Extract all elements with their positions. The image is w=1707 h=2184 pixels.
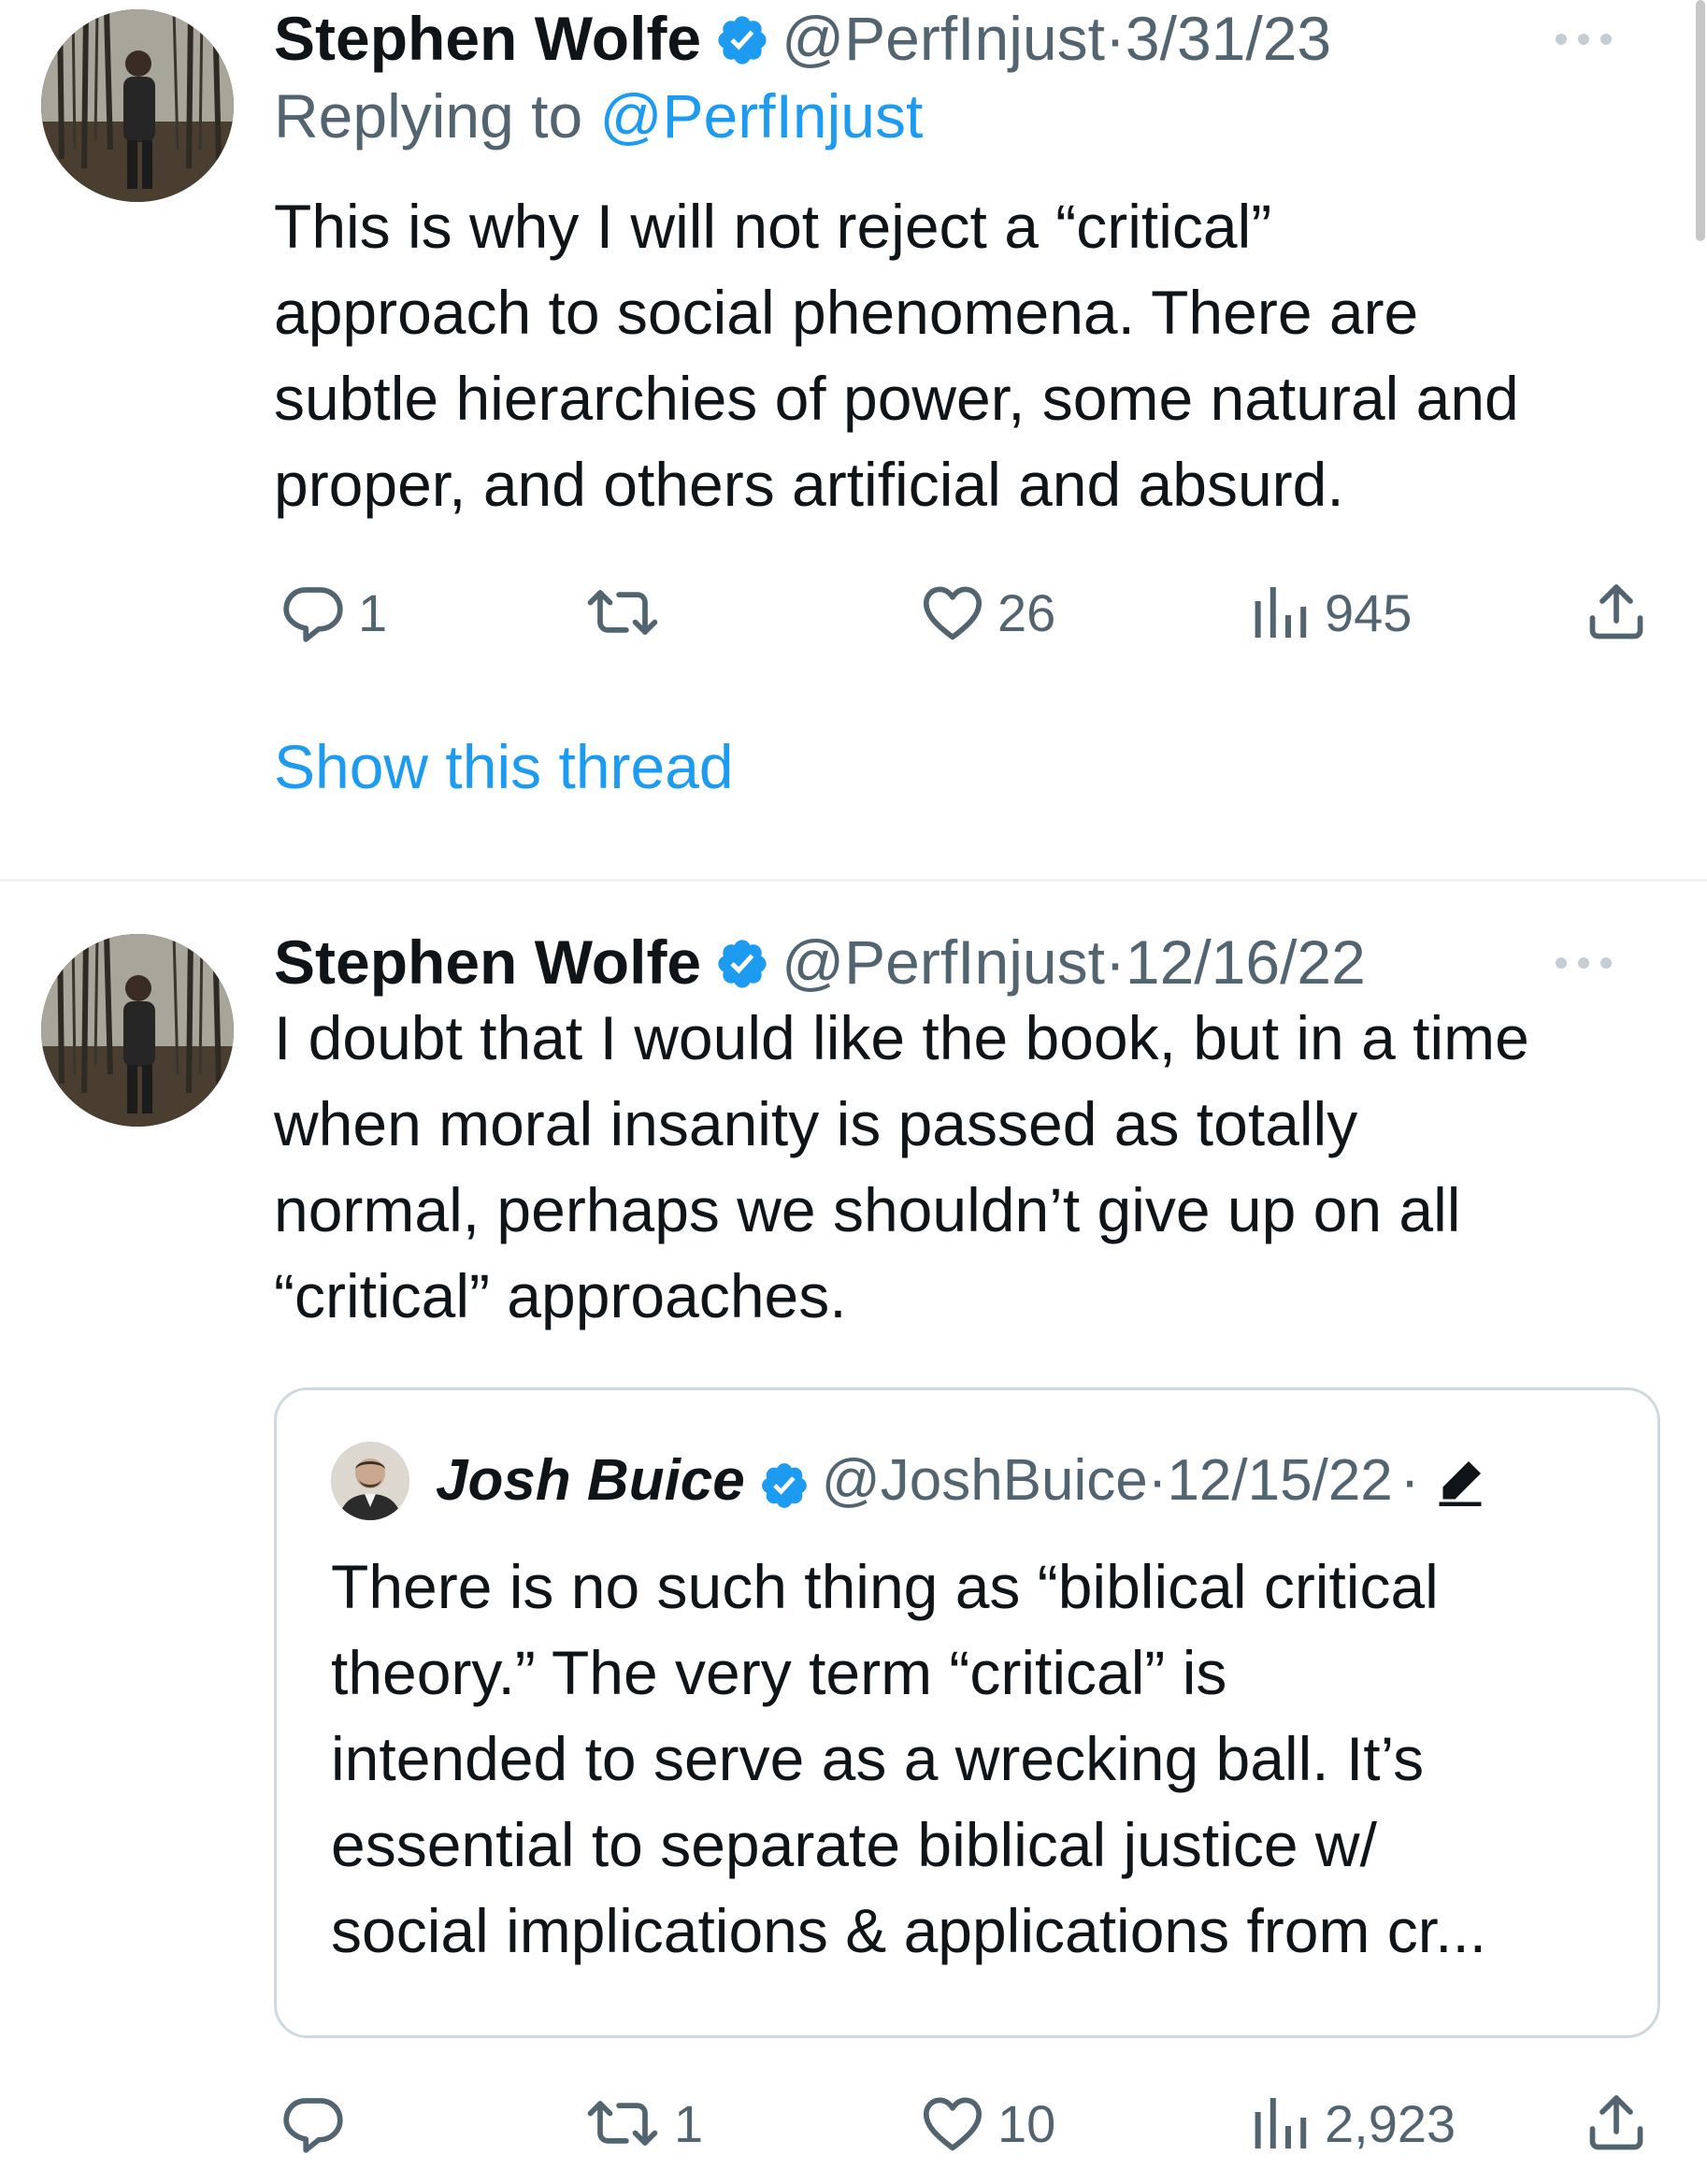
share-icon — [1589, 2095, 1643, 2150]
separator: · — [1104, 927, 1126, 997]
share-icon — [1589, 584, 1643, 639]
quoted-text-line: social implications & applications from … — [331, 1896, 1487, 1965]
share-button[interactable] — [1583, 575, 1650, 650]
tweet-date[interactable]: 12/16/22 — [1126, 927, 1366, 997]
quoted-author-name[interactable]: Josh Buice — [436, 1443, 745, 1519]
views-button[interactable]: 2,923 — [1246, 2086, 1456, 2161]
views-count: 2,923 — [1325, 2093, 1456, 2153]
author-handle[interactable]: @PerfInjust — [782, 927, 1105, 997]
separator: · — [1147, 1448, 1168, 1513]
reply-icon — [283, 587, 343, 642]
tweet-header: Stephen Wolfe @PerfInjust·3/31/23 — [274, 0, 1667, 77]
more-icon — [1556, 34, 1612, 45]
quoted-text-line: theory.” The very term “critical” is — [331, 1638, 1227, 1707]
quoted-tweet-text: There is no such thing as “biblical crit… — [331, 1544, 1486, 1974]
tweet-text-line: when moral insanity is passed as totally — [274, 1089, 1358, 1158]
verified-badge-icon — [758, 1455, 810, 1508]
quoted-text-line: intended to serve as a wrecking ball. It… — [331, 1724, 1425, 1793]
verified-badge-icon — [714, 932, 770, 988]
like-icon — [923, 2097, 983, 2151]
avatar[interactable] — [41, 934, 234, 1127]
tweet-actions: 1 10 2,923 — [274, 2086, 1676, 2161]
tweet-1[interactable]: Stephen Wolfe @PerfInjust·3/31/23 Replyin… — [0, 0, 1707, 879]
tweet-text: I doubt that I would like the book, but … — [274, 995, 1667, 1339]
replying-to-handle[interactable]: @PerfInjust — [600, 81, 924, 151]
tweet-text-line: normal, perhaps we shouldn’t give up on … — [274, 1175, 1461, 1244]
quoted-tweet-header: Josh Buice @JoshBuice · 12/15/22 · — [331, 1442, 1488, 1520]
quoted-tweet[interactable]: Josh Buice @JoshBuice · 12/15/22 · There is … — [274, 1387, 1660, 2038]
reply-count: 1 — [358, 582, 388, 642]
tweet-text-line: This is why I will not reject a “critica… — [274, 192, 1272, 261]
retweet-icon — [587, 2101, 658, 2146]
like-button[interactable]: 10 — [919, 2086, 1055, 2161]
tweet-text-line: approach to social phenomena. There are — [274, 278, 1419, 347]
replying-to-label: Replying to — [274, 81, 600, 151]
share-button[interactable] — [1583, 2086, 1650, 2161]
like-count: 26 — [997, 582, 1056, 642]
quoted-text-line: essential to separate biblical justice w… — [331, 1810, 1377, 1879]
retweet-button[interactable] — [582, 575, 674, 650]
like-count: 10 — [997, 2093, 1056, 2153]
quoted-text-line: There is no such thing as “biblical crit… — [331, 1552, 1439, 1621]
tweet-text-line: I doubt that I would like the book, but … — [274, 1003, 1529, 1072]
tweet-2[interactable]: Stephen Wolfe @PerfInjust·12/16/22 I doub… — [0, 882, 1707, 2184]
tweet-actions: 1 26 945 — [274, 575, 1676, 650]
views-icon — [1255, 2098, 1307, 2148]
retweet-count: 1 — [674, 2093, 704, 2153]
avatar[interactable] — [41, 9, 234, 202]
author-name[interactable]: Stephen Wolfe — [274, 4, 701, 73]
verified-badge-icon — [714, 8, 770, 65]
more-button[interactable] — [1543, 935, 1624, 991]
like-button[interactable]: 26 — [919, 575, 1055, 650]
views-count: 945 — [1325, 582, 1413, 642]
author-handle[interactable]: @PerfInjust — [782, 4, 1105, 73]
tweet-text-line: “critical” approaches. — [274, 1261, 847, 1330]
reply-button[interactable]: 1 — [280, 575, 387, 650]
retweet-button[interactable]: 1 — [582, 2086, 703, 2161]
timeline: Stephen Wolfe @PerfInjust·3/31/23 Replyin… — [0, 0, 1707, 2184]
quoted-author-avatar[interactable] — [331, 1442, 409, 1520]
separator: · — [1104, 4, 1126, 73]
views-button[interactable]: 945 — [1246, 575, 1412, 650]
more-icon — [1556, 957, 1612, 969]
more-button[interactable] — [1543, 11, 1624, 67]
tweet-text-line: subtle hierarchies of power, some natura… — [274, 364, 1519, 433]
tweet-header: Stephen Wolfe @PerfInjust·12/16/22 — [274, 924, 1667, 1000]
show-thread-link[interactable]: Show this thread — [274, 731, 734, 802]
tweet-text-line: proper, and others artificial and absurd… — [274, 450, 1344, 519]
retweet-icon — [587, 590, 658, 635]
tweet-date[interactable]: 3/31/23 — [1126, 4, 1331, 73]
reply-icon — [283, 2098, 343, 2153]
replying-to: Replying to @PerfInjust — [274, 73, 1667, 159]
quoted-tweet-date[interactable]: 12/15/22 — [1167, 1443, 1392, 1519]
separator: · — [1399, 1448, 1420, 1513]
like-icon — [923, 586, 983, 640]
quoted-author-handle[interactable]: @JoshBuice — [822, 1443, 1148, 1519]
author-name[interactable]: Stephen Wolfe — [274, 927, 701, 997]
views-icon — [1255, 587, 1307, 638]
reply-button[interactable] — [280, 2086, 358, 2161]
edit-pencil-icon — [1432, 1453, 1488, 1509]
tweet-text: This is why I will not reject a “critica… — [274, 183, 1667, 527]
